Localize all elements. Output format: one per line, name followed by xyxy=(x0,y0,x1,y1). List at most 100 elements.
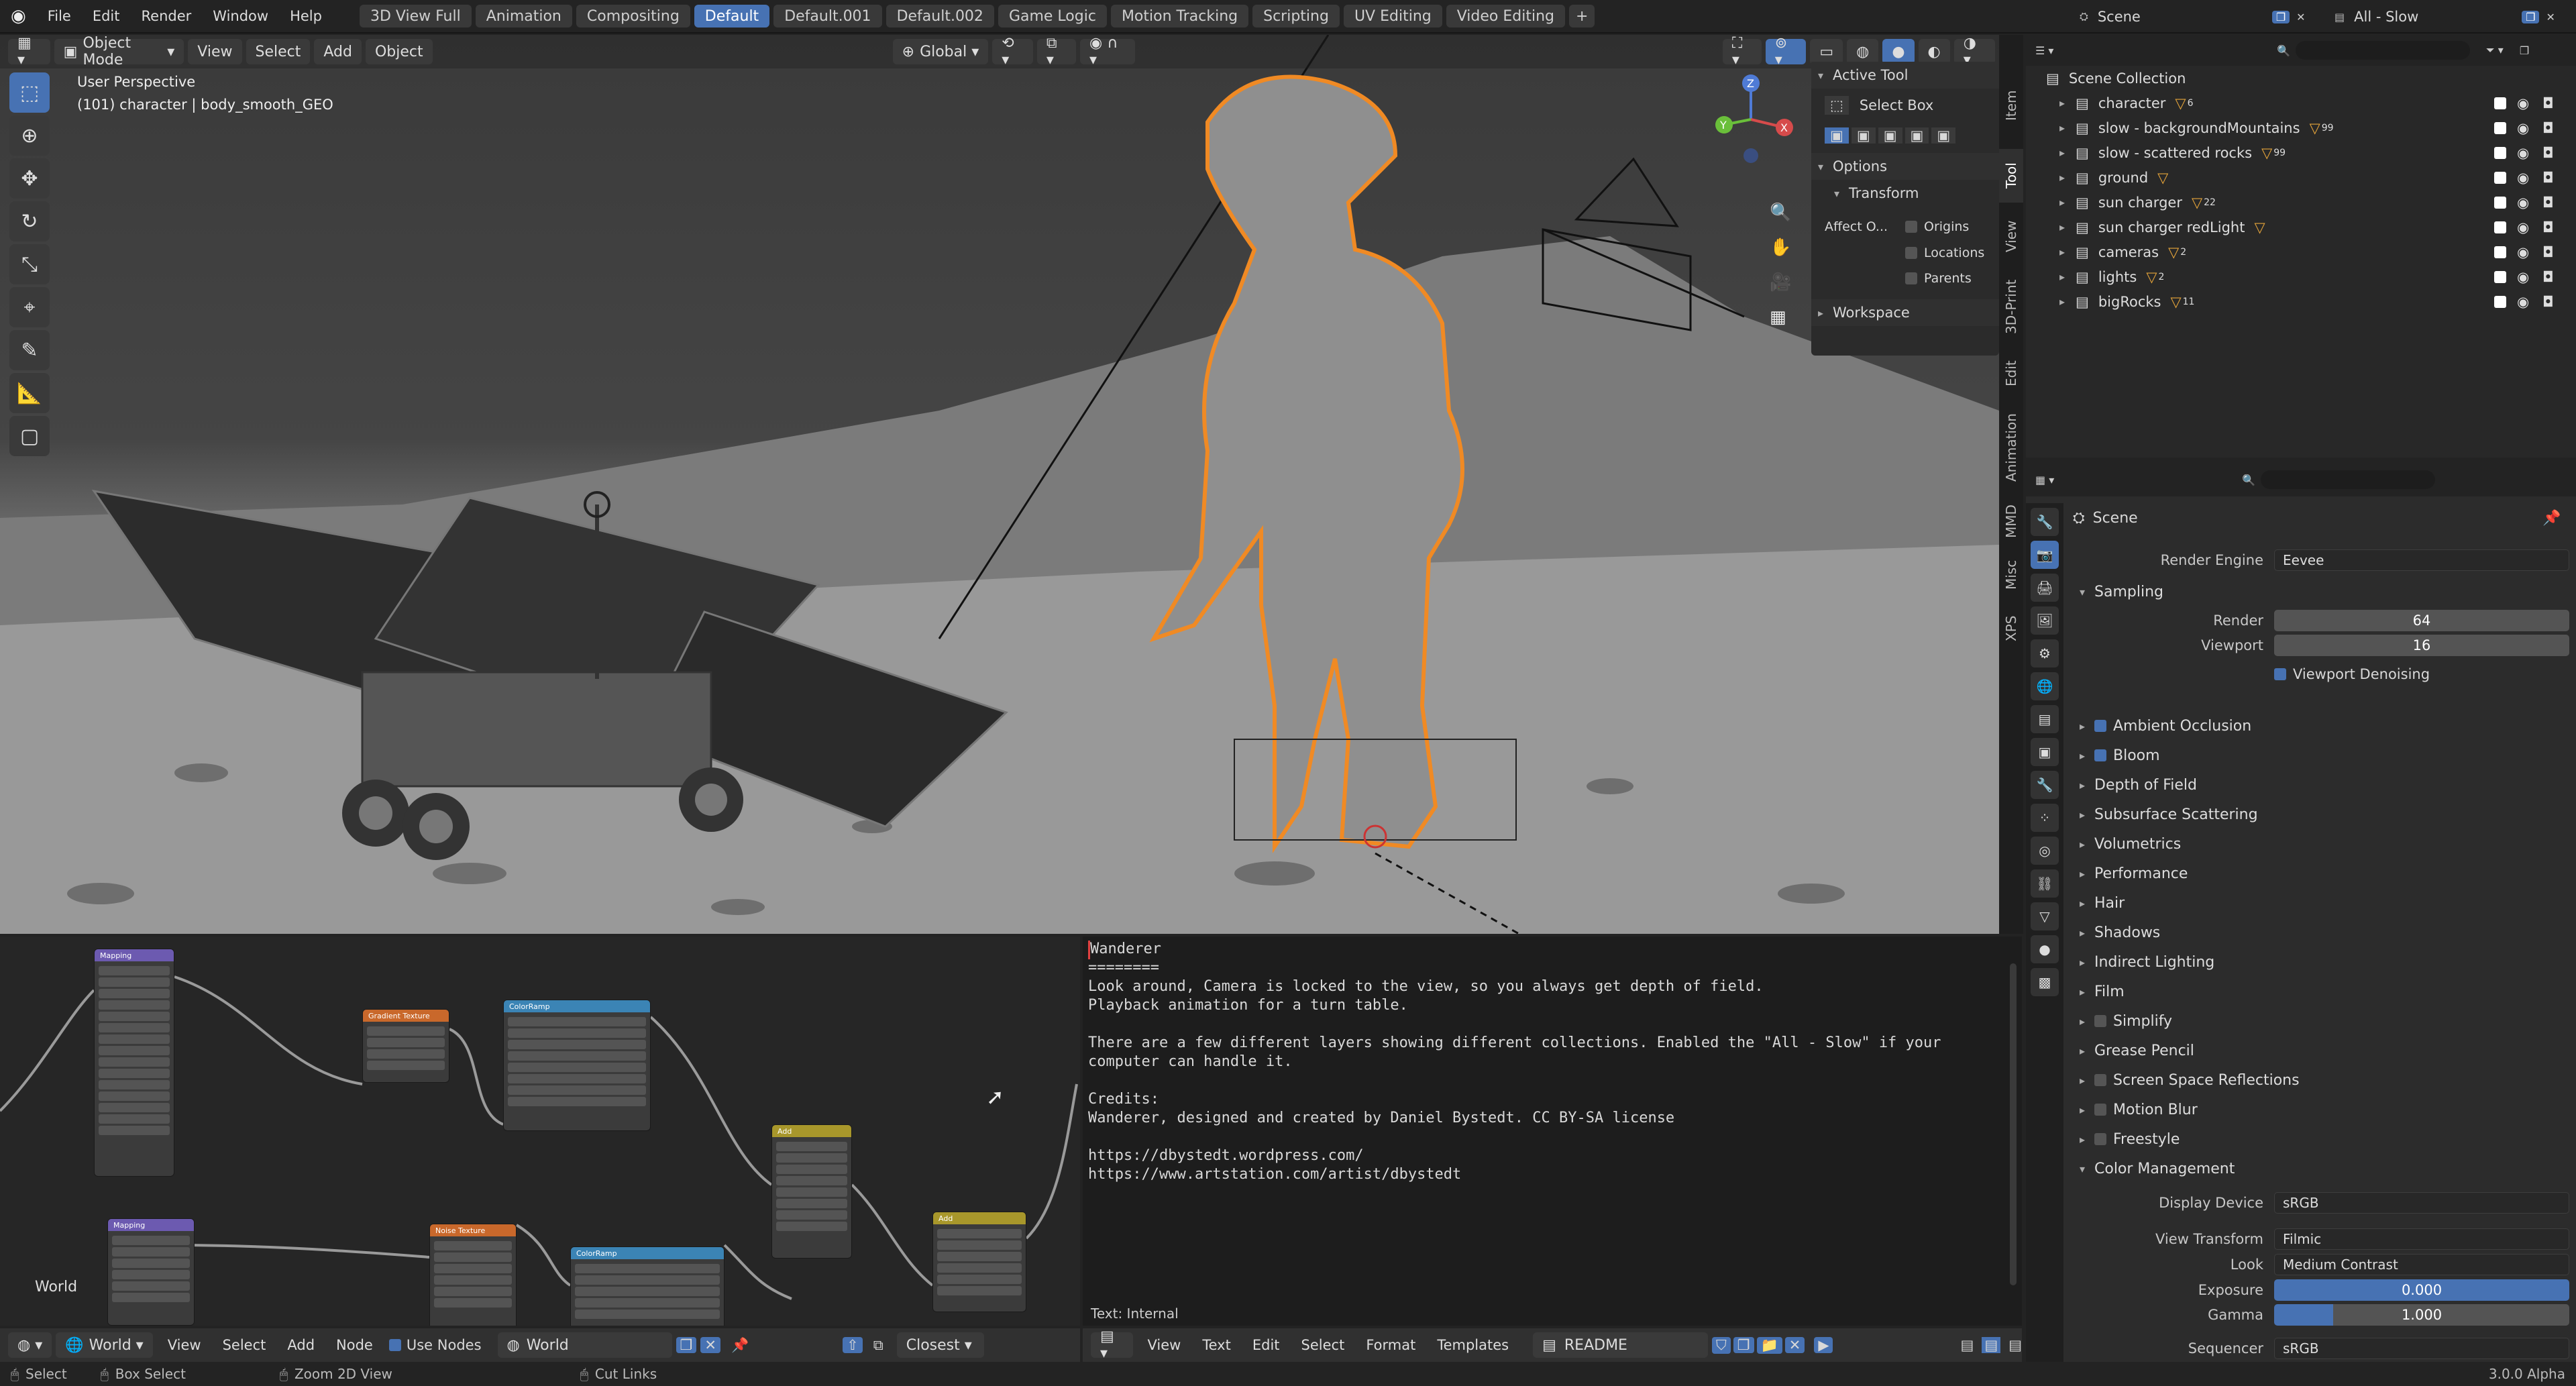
node-header[interactable]: Mapping xyxy=(95,949,174,961)
node-field[interactable] xyxy=(99,1114,170,1124)
close-scene-icon[interactable]: ✕ xyxy=(2296,11,2305,23)
origins-checkbox[interactable] xyxy=(1905,221,1917,233)
visibility-eye-icon[interactable]: ◉ xyxy=(2517,195,2529,211)
node-header[interactable]: Noise Texture xyxy=(430,1224,516,1236)
node-field[interactable] xyxy=(508,1097,646,1106)
include-checkbox[interactable] xyxy=(2494,246,2506,258)
node-field[interactable] xyxy=(99,1012,170,1021)
node-field[interactable] xyxy=(575,1275,720,1285)
node-field[interactable] xyxy=(508,1051,646,1061)
node-menu-select[interactable]: Select xyxy=(212,1328,277,1362)
tab-3d-print[interactable]: 3D-Print xyxy=(1999,270,2023,343)
outliner-editor-type-icon[interactable]: ☰ ▾ xyxy=(2035,44,2076,57)
tab-game-logic[interactable]: Game Logic xyxy=(998,5,1107,28)
node-field[interactable] xyxy=(367,1049,445,1059)
orientation-dropdown[interactable]: ⊕ Global ▾ xyxy=(892,39,989,64)
select-new-icon[interactable]: ▣ xyxy=(1825,127,1849,144)
node-editor[interactable]: Mapping Gradient Texture ColorRamp Add Mappi… xyxy=(0,937,1080,1326)
render-camera-icon[interactable]: ◘ xyxy=(2542,145,2554,161)
select-invert-icon[interactable]: ▣ xyxy=(1904,127,1929,144)
outliner-item[interactable]: ▸ ▤ slow - backgroundMountains ▽ 99 ◉ ◘ xyxy=(2026,115,2576,140)
new-view-layer-icon[interactable]: ❐ xyxy=(2522,10,2540,23)
node-field[interactable] xyxy=(776,1187,847,1197)
node-field[interactable] xyxy=(508,1074,646,1083)
expand-arrow-icon[interactable]: ▸ xyxy=(2059,221,2076,233)
node-field[interactable] xyxy=(508,1028,646,1038)
viewport-gizmo-toggle[interactable]: ⛶ ▾ xyxy=(1722,35,1762,68)
text-menu-templates[interactable]: Templates xyxy=(1426,1328,1519,1362)
node-header[interactable]: ColorRamp xyxy=(504,1000,650,1012)
section-enable-checkbox[interactable] xyxy=(2094,720,2106,732)
expand-arrow-icon[interactable]: ▸ xyxy=(2059,270,2076,283)
menu-edit[interactable]: Edit xyxy=(82,0,131,33)
transform-tool-icon[interactable]: ⌖ xyxy=(9,287,50,327)
node-field[interactable] xyxy=(508,1040,646,1049)
workspace-header[interactable]: ▸ Workspace xyxy=(1811,299,1999,326)
tab-default[interactable]: Default xyxy=(694,5,770,28)
exposure-field[interactable]: 0.000 xyxy=(2274,1279,2569,1301)
node-field[interactable] xyxy=(112,1270,190,1279)
expand-arrow-icon[interactable]: ▸ xyxy=(2059,97,2076,109)
node-snap-dropdown[interactable]: Closest ▾ xyxy=(896,1332,984,1358)
shading-rendered-icon[interactable]: ◑ ▾ xyxy=(1953,35,1995,68)
object-props-icon[interactable]: ▣ xyxy=(2031,738,2059,766)
render-section[interactable]: ▸ Volumetrics xyxy=(2080,829,2569,859)
outliner-item[interactable]: ▸ ▤ slow - scattered rocks ▽ 99 ◉ ◘ xyxy=(2026,140,2576,165)
render-camera-icon[interactable]: ◘ xyxy=(2542,120,2554,136)
node-field[interactable] xyxy=(99,1069,170,1078)
text-menu-text[interactable]: Text xyxy=(1191,1328,1241,1362)
node-field[interactable] xyxy=(112,1236,190,1245)
node-field[interactable] xyxy=(776,1165,847,1174)
node-field[interactable] xyxy=(112,1247,190,1257)
node-field[interactable] xyxy=(434,1252,512,1262)
outliner-item[interactable]: ▸ ▤ ground ▽ ◉ ◘ xyxy=(2026,165,2576,190)
camera-view-icon[interactable]: 🎥 xyxy=(1770,272,1796,307)
scene-selector[interactable]: ⛭ Scene ❐ ✕ xyxy=(2080,5,2306,28)
line-numbers-toggle-icon[interactable]: ▤ xyxy=(1960,1337,1974,1353)
menu-file[interactable]: File xyxy=(37,0,82,33)
particles-props-icon[interactable]: ⁘ xyxy=(2031,804,2059,832)
visibility-eye-icon[interactable]: ◉ xyxy=(2517,170,2529,186)
sequencer-dropdown[interactable]: sRGB xyxy=(2274,1338,2569,1359)
section-enable-checkbox[interactable] xyxy=(2094,1074,2106,1086)
ortho-toggle-icon[interactable]: ▦ xyxy=(1770,307,1796,342)
select-box-row[interactable]: ⬚ Select Box xyxy=(1811,89,1999,122)
node-snap-icon[interactable]: ⧉ xyxy=(873,1337,883,1354)
render-section[interactable]: ▸ Performance xyxy=(2080,859,2569,888)
include-checkbox[interactable] xyxy=(2494,196,2506,209)
shader-node[interactable]: ColorRamp xyxy=(503,1000,651,1131)
node-menu-add[interactable]: Add xyxy=(276,1328,325,1362)
render-camera-icon[interactable]: ◘ xyxy=(2542,269,2554,285)
node-field[interactable] xyxy=(112,1293,190,1302)
add-workspace-button[interactable]: + xyxy=(1569,5,1595,28)
render-camera-icon[interactable]: ◘ xyxy=(2542,244,2554,260)
node-field[interactable] xyxy=(776,1222,847,1231)
node-field[interactable] xyxy=(99,1103,170,1112)
include-checkbox[interactable] xyxy=(2494,270,2506,283)
node-field[interactable] xyxy=(508,1063,646,1072)
tab-scripting[interactable]: Scripting xyxy=(1252,5,1340,28)
node-field[interactable] xyxy=(99,1126,170,1135)
parents-checkbox[interactable] xyxy=(1905,272,1917,284)
view-layer-props-icon[interactable]: 🖼 xyxy=(2031,606,2059,635)
gamma-field[interactable]: 1.000 xyxy=(2274,1304,2569,1326)
outliner-item[interactable]: ▸ ▤ sun charger ▽ 22 ◉ ◘ xyxy=(2026,190,2576,215)
world-selector[interactable]: ◍ World xyxy=(497,1332,672,1358)
section-enable-checkbox[interactable] xyxy=(2094,749,2106,761)
render-samples-field[interactable]: 64 xyxy=(2274,610,2569,631)
node-field[interactable] xyxy=(99,966,170,975)
add-cube-tool-icon[interactable]: ▢ xyxy=(9,416,50,456)
run-script-icon[interactable]: ▶ xyxy=(1814,1337,1833,1353)
expand-arrow-icon[interactable]: ▸ xyxy=(2059,171,2076,184)
proportional-edit-icon[interactable]: ◉ ∩ ▾ xyxy=(1080,35,1135,68)
node-header[interactable]: Add xyxy=(772,1125,851,1137)
shading-material-icon[interactable]: ◐ xyxy=(1918,39,1950,64)
node-field[interactable] xyxy=(776,1176,847,1185)
tab-tool[interactable]: Tool xyxy=(1999,149,2023,203)
shader-node[interactable]: Mapping xyxy=(107,1218,195,1326)
pivot-icon[interactable]: ⟲ ▾ xyxy=(992,35,1033,68)
node-field[interactable] xyxy=(99,1057,170,1067)
texture-props-icon[interactable]: ▩ xyxy=(2031,968,2059,996)
text-menu-select[interactable]: Select xyxy=(1291,1328,1356,1362)
display-device-dropdown[interactable]: sRGB xyxy=(2274,1192,2569,1214)
